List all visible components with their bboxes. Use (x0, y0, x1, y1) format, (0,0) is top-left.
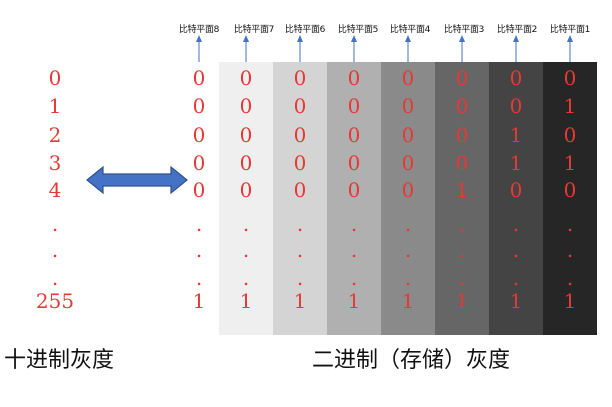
plane-arrow-head (243, 35, 249, 42)
bit-cell: . (404, 238, 412, 262)
bit-cell: 0 (347, 94, 361, 118)
bit-cell: 1 (293, 289, 307, 313)
bit-cell: . (350, 212, 358, 236)
bit-cell: . (404, 212, 412, 236)
double-arrow-icon (86, 165, 188, 195)
decimal-value: . (51, 238, 59, 262)
bit-cell: . (404, 266, 412, 290)
bit-cell: 1 (192, 289, 206, 313)
decimal-caption: 十进制灰度 (4, 348, 115, 373)
decimal-value: . (51, 266, 59, 290)
bit-cell: . (296, 212, 304, 236)
bit-cell: 0 (293, 151, 307, 175)
bit-cell: 0 (293, 94, 307, 118)
bit-cell: 0 (455, 151, 469, 175)
bit-cell: 1 (455, 178, 469, 202)
plane-arrow-head (459, 35, 465, 42)
plane-arrows (196, 35, 573, 62)
bit-cell: 0 (563, 178, 577, 202)
bit-cell: 1 (401, 289, 415, 313)
bit-cell: 0 (347, 178, 361, 202)
plane-arrow-head (405, 35, 411, 42)
decimal-value: 4 (48, 178, 62, 202)
bit-cell: . (566, 266, 574, 290)
plane-arrow-head (196, 35, 202, 42)
bit-cell: . (195, 238, 203, 262)
bit-cell: 0 (239, 66, 253, 90)
bit-cell: . (195, 266, 203, 290)
bit-cell: 0 (293, 123, 307, 147)
plane-arrow-head (513, 35, 519, 42)
bit-cell: 0 (455, 123, 469, 147)
bit-cell: 0 (401, 66, 415, 90)
bit-cell: . (512, 212, 520, 236)
bit-cell: 1 (509, 289, 523, 313)
decimal-value: 255 (35, 289, 75, 313)
bit-cell: 0 (401, 94, 415, 118)
bit-cell: 1 (509, 123, 523, 147)
bit-cell: 0 (455, 94, 469, 118)
bit-cell: 0 (509, 94, 523, 118)
plane-arrow-head (297, 35, 303, 42)
bit-cell: . (195, 212, 203, 236)
bit-cell: 0 (239, 94, 253, 118)
bit-cell: 0 (239, 151, 253, 175)
decimal-value: 2 (48, 123, 62, 147)
bit-cell: . (350, 238, 358, 262)
bit-cell: 1 (563, 289, 577, 313)
bit-cell: 0 (347, 66, 361, 90)
bit-cell: . (458, 266, 466, 290)
bit-cell: 0 (239, 178, 253, 202)
plane-arrow-head (567, 35, 573, 42)
bit-cell: 0 (563, 123, 577, 147)
plane-arrow-head (351, 35, 357, 42)
bit-cell: 1 (563, 151, 577, 175)
binary-caption: 二进制（存储）灰度 (312, 348, 511, 373)
bit-cell: 1 (509, 151, 523, 175)
bit-cell: 0 (401, 151, 415, 175)
bit-cell: 0 (401, 178, 415, 202)
bit-cell: . (296, 266, 304, 290)
bit-cell: 0 (239, 123, 253, 147)
bit-cell: . (242, 238, 250, 262)
bit-cell: 0 (347, 151, 361, 175)
bit-cell: 0 (192, 123, 206, 147)
bit-cell: . (512, 266, 520, 290)
bit-cell: 0 (509, 66, 523, 90)
decimal-value: 0 (48, 66, 62, 90)
bit-cell: 0 (401, 123, 415, 147)
bit-cell: 0 (192, 66, 206, 90)
bit-cell: 0 (293, 66, 307, 90)
bit-cell: . (512, 238, 520, 262)
bit-cell: 0 (192, 94, 206, 118)
bit-cell: 0 (455, 66, 469, 90)
bit-cell: 1 (239, 289, 253, 313)
bit-cell: . (566, 212, 574, 236)
bit-cell: . (350, 266, 358, 290)
bit-cell: 0 (509, 178, 523, 202)
bit-cell: 1 (455, 289, 469, 313)
decimal-value: 3 (48, 151, 62, 175)
bit-cell: . (242, 212, 250, 236)
bit-cell: 0 (347, 123, 361, 147)
decimal-value: 1 (48, 94, 62, 118)
bit-cell: 0 (293, 178, 307, 202)
bit-cell: . (458, 238, 466, 262)
decimal-value: . (51, 212, 59, 236)
bit-cell: . (566, 238, 574, 262)
bit-cell: 1 (563, 94, 577, 118)
bit-cell: . (458, 212, 466, 236)
bit-cell: . (242, 266, 250, 290)
bit-cell: . (296, 238, 304, 262)
bit-cell: 1 (347, 289, 361, 313)
bit-cell: 0 (563, 66, 577, 90)
